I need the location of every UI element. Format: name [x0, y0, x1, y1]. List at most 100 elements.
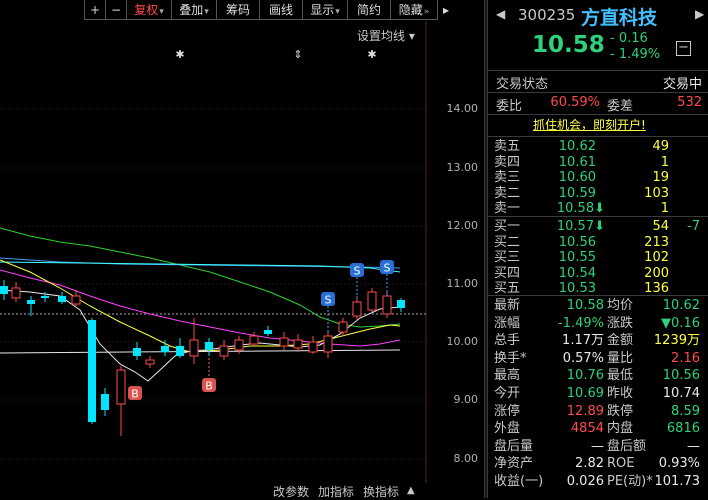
- weibi-value: 60.59%: [550, 95, 600, 110]
- candle[interactable]: [249, 332, 259, 346]
- candle[interactable]: [397, 298, 405, 312]
- stat-label: 涨幅: [494, 315, 521, 331]
- expand-arrow-icon[interactable]: ▸: [437, 0, 455, 20]
- stat-row: 收益(一) 0.026 PE(动)* 101.73: [494, 473, 704, 491]
- candle[interactable]: [11, 282, 21, 302]
- bid-row[interactable]: 买四 10.54 200: [494, 266, 704, 281]
- ask-level-label: 卖三: [494, 170, 521, 186]
- bid-row[interactable]: 买一 10.57⬇ 54 -7: [494, 219, 704, 234]
- ma20-line: [0, 269, 401, 347]
- candle[interactable]: [116, 366, 126, 436]
- ask-row[interactable]: 卖四 10.61 1: [494, 155, 704, 170]
- event-mark[interactable]: ⇕: [293, 48, 302, 61]
- ma-setting-dropdown[interactable]: 设置均线 ▾: [357, 27, 415, 44]
- zoom-out-button[interactable]: −: [105, 0, 127, 20]
- bid-level-label: 买四: [494, 265, 521, 281]
- zoom-in-button[interactable]: +: [84, 0, 106, 20]
- weibi-label: 委比: [496, 99, 523, 114]
- ask-level-label: 卖一: [494, 201, 521, 217]
- weicha-label: 委差: [607, 99, 634, 114]
- collapse-up-icon[interactable]: ▲: [407, 485, 415, 496]
- chevron-down-icon: ▾: [335, 7, 340, 17]
- candle[interactable]: [88, 318, 96, 424]
- ask-row[interactable]: 卖五 10.62 49: [494, 139, 704, 154]
- divider: [488, 136, 708, 137]
- candle[interactable]: [205, 338, 213, 356]
- stat-label: 今开: [494, 386, 521, 401]
- candle[interactable]: [145, 356, 155, 368]
- add-indicator-button[interactable]: 加指标: [318, 483, 354, 500]
- ma10-line: [0, 259, 401, 353]
- chips-button[interactable]: 筹码: [216, 0, 260, 20]
- candle[interactable]: [264, 326, 272, 336]
- stat-label: 外盘: [494, 421, 521, 437]
- quote-panel: ◀ 300235 方直科技 ▶ 10.58 - 0.16 - 1.49% − 交…: [488, 0, 708, 498]
- candle[interactable]: [308, 336, 318, 354]
- divider: [488, 216, 708, 217]
- draw-line-button[interactable]: 画线: [259, 0, 303, 20]
- candle[interactable]: [352, 296, 362, 320]
- simple-mode-button[interactable]: 简约: [347, 0, 391, 20]
- change-params-button[interactable]: 改参数: [273, 483, 309, 500]
- candle[interactable]: [58, 292, 66, 304]
- next-stock-icon[interactable]: ▶: [695, 7, 704, 21]
- event-mark[interactable]: ✱: [175, 48, 184, 61]
- b-marker[interactable]: B: [128, 386, 142, 401]
- ask-row[interactable]: 卖二 10.59 103: [494, 186, 704, 201]
- candle[interactable]: [0, 280, 8, 300]
- bid-volume: 200: [644, 265, 669, 281]
- down-arrow-icon: ⬇: [594, 201, 605, 217]
- display-dropdown[interactable]: 显示▾: [302, 0, 348, 20]
- bid-volume: 213: [644, 234, 669, 250]
- stat-label: 最低: [607, 368, 634, 384]
- hide-button[interactable]: 隐藏»: [390, 0, 438, 20]
- stat-label: 盘后量: [494, 438, 534, 454]
- s-marker[interactable]: S: [321, 292, 335, 332]
- double-chevron-icon: »: [423, 7, 430, 17]
- svg-text:S: S: [384, 262, 391, 275]
- event-mark[interactable]: ✱: [367, 48, 376, 61]
- bid-volume: 102: [644, 250, 669, 266]
- bid-price: 10.57⬇: [556, 219, 605, 234]
- candle[interactable]: [367, 288, 377, 312]
- adjust-rights-dropdown[interactable]: 复权▾: [126, 0, 172, 20]
- ask-row[interactable]: 卖三 10.60 19: [494, 170, 704, 185]
- bid-row[interactable]: 买三 10.55 102: [494, 250, 704, 265]
- divider: [488, 295, 708, 296]
- prev-stock-icon[interactable]: ◀: [496, 7, 505, 21]
- stat-value: 10.76: [566, 368, 604, 384]
- divider: [488, 70, 708, 71]
- overlay-dropdown[interactable]: 叠加▾: [171, 0, 217, 20]
- s-marker[interactable]: S: [350, 263, 364, 300]
- candle[interactable]: [101, 388, 109, 416]
- candle[interactable]: [27, 296, 35, 316]
- candle[interactable]: [323, 330, 333, 358]
- candle[interactable]: [133, 342, 141, 360]
- stock-code: 300235: [518, 6, 576, 24]
- s-marker[interactable]: S: [380, 260, 394, 297]
- stat-label: 换手*: [494, 350, 527, 366]
- stat-label: 跌停: [607, 403, 634, 419]
- collapse-button[interactable]: −: [676, 41, 691, 56]
- open-account-link[interactable]: 抓住机会，即刻开户!: [533, 116, 646, 133]
- candle[interactable]: [176, 338, 184, 358]
- trade-status-label: 交易状态: [496, 77, 549, 92]
- candle[interactable]: [219, 340, 229, 360]
- b-marker[interactable]: B: [202, 358, 216, 393]
- candle[interactable]: [279, 332, 289, 350]
- stat-value: 8.59: [671, 403, 700, 419]
- candle[interactable]: [189, 318, 199, 364]
- stat-row: 涨幅 -1.49% 涨跌 ▼0.16: [494, 315, 704, 333]
- bid-row[interactable]: 买二 10.56 213: [494, 235, 704, 250]
- chevron-down-icon: ▾: [159, 7, 164, 17]
- stat-label: 总手: [494, 333, 521, 349]
- y-tick-label: 10.00: [446, 335, 479, 348]
- kline-canvas[interactable]: S S S B B ✱ ⇕ ✱: [0, 0, 484, 498]
- candle[interactable]: [293, 334, 303, 352]
- ask-row[interactable]: 卖一 10.58⬇ 1: [494, 201, 704, 216]
- ask-level-label: 卖五: [494, 139, 521, 154]
- y-tick-label: 9.00: [453, 393, 479, 406]
- kline-chart[interactable]: S S S B B ✱ ⇕ ✱ + − 复权▾ 叠加▾ 筹码 画线 显示▾ 简约…: [0, 0, 484, 500]
- change-indicator-button[interactable]: 换指标: [363, 483, 399, 500]
- overlay-label: 叠加: [179, 3, 204, 17]
